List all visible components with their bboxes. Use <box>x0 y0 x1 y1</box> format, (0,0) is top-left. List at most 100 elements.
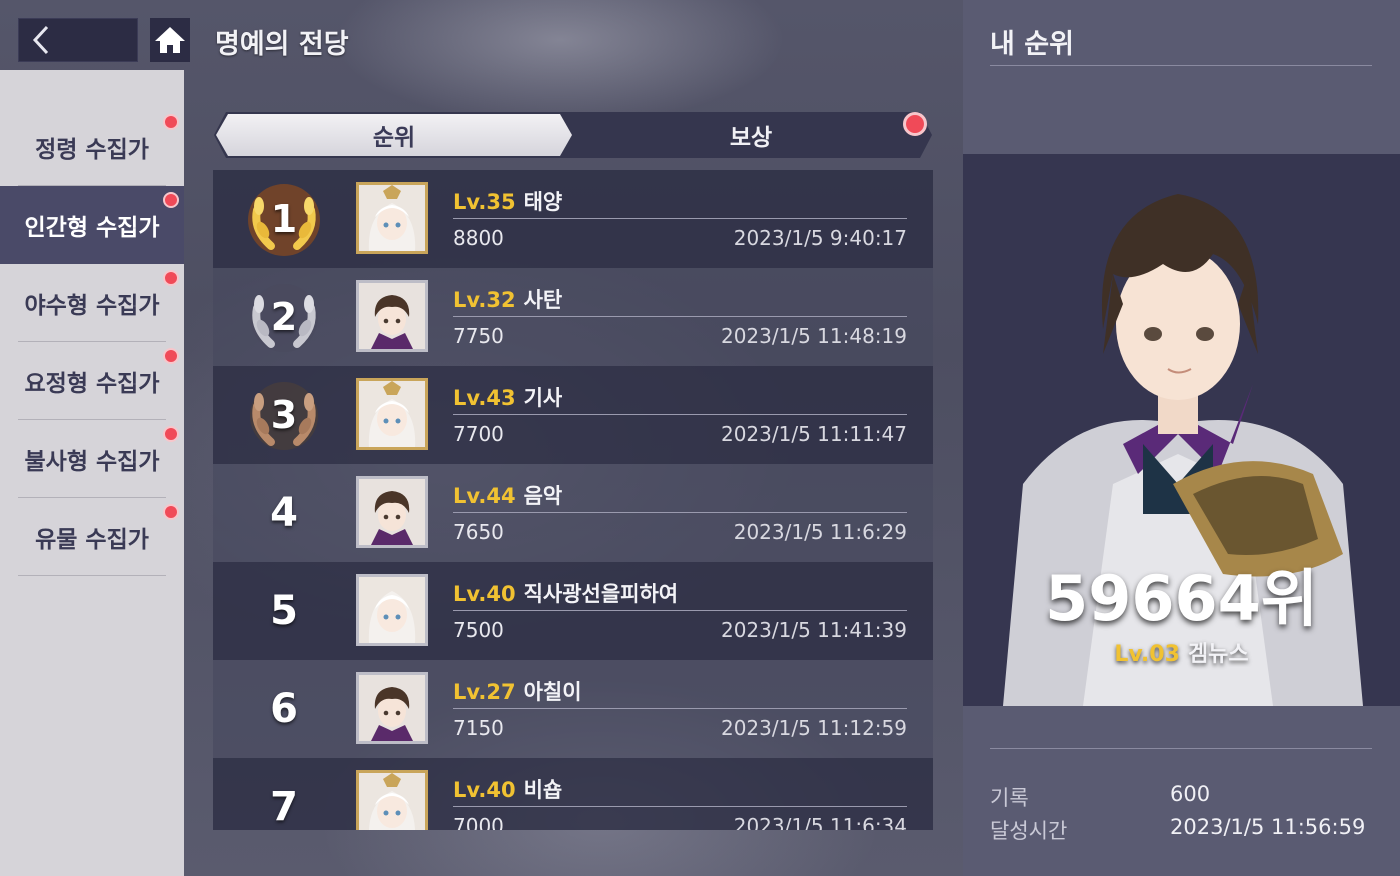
rank-number: 6 <box>270 686 298 732</box>
ranking-row[interactable]: 2 Lv.32 사탄 7750 2023/1/5 11:48:19 <box>213 268 933 366</box>
divider <box>990 748 1372 749</box>
record-date: 2023/1/5 11:6:29 <box>733 520 907 544</box>
player-score: 7650 <box>453 520 504 544</box>
tab-rank[interactable]: 순위 <box>216 114 572 156</box>
home-icon <box>155 27 185 53</box>
player-score: 7000 <box>453 814 504 830</box>
notification-badge <box>163 426 179 442</box>
player-name: 아칠이 <box>523 680 582 704</box>
player-level: Lv.44 <box>453 484 516 508</box>
my-rank-value: 59664위 <box>1045 562 1318 635</box>
bronze-medal-icon: 3 <box>243 376 325 454</box>
player-avatar <box>356 770 428 830</box>
chevron-left-icon <box>32 25 49 55</box>
tab-reward-label: 보상 <box>729 125 773 151</box>
rank-number: 5 <box>270 588 298 634</box>
player-score: 7700 <box>453 422 504 446</box>
my-level-name: Lv.03 겜뉴스 <box>963 636 1400 668</box>
player-avatar <box>356 378 428 450</box>
divider <box>453 414 907 415</box>
player-score: 8800 <box>453 226 504 250</box>
player-level: Lv.35 <box>453 190 516 214</box>
sidebar-item-relic-collector[interactable]: 유물 수집가 <box>0 498 184 576</box>
player-avatar <box>356 672 428 744</box>
player-name: 비숍 <box>523 778 563 802</box>
sidebar-item-label: 정령 수집가 <box>35 137 149 163</box>
record-date: 2023/1/5 11:41:39 <box>720 618 907 642</box>
home-button[interactable] <box>150 18 190 62</box>
divider <box>453 610 907 611</box>
sidebar-item-label: 인간형 수집가 <box>24 215 160 241</box>
player-score: 7150 <box>453 716 504 740</box>
sidebar-item-label: 야수형 수집가 <box>24 293 160 319</box>
ranking-row[interactable]: 6 Lv.27 아칠이 7150 2023/1/5 11:12:59 <box>213 660 933 758</box>
my-level: Lv.03 <box>1114 642 1180 667</box>
ranking-row[interactable]: 3 Lv.43 기사 7700 2023/1/5 11:11:47 <box>213 366 933 464</box>
player-level-name: Lv.27 아칠이 <box>453 676 582 706</box>
player-name: 직사광선을피하여 <box>523 582 679 606</box>
player-level-name: Lv.40 비숍 <box>453 774 562 804</box>
divider <box>18 575 166 576</box>
player-name: 사탄 <box>523 288 563 312</box>
record-date: 2023/1/5 11:12:59 <box>720 716 907 740</box>
divider <box>453 218 907 219</box>
silver-medal-icon: 2 <box>243 278 325 356</box>
record-value: 600 <box>1170 782 1211 806</box>
sidebar-item-label: 유물 수집가 <box>35 527 149 553</box>
record-date: 2023/1/5 11:11:47 <box>720 422 907 446</box>
rank-number: 3 <box>270 393 298 437</box>
divider <box>453 316 907 317</box>
player-level-name: Lv.44 음악 <box>453 480 562 510</box>
category-sidebar: 정령 수집가 인간형 수집가 야수형 수집가 요정형 수집가 불사형 수집가 유… <box>0 70 184 876</box>
sidebar-item-undead-collector[interactable]: 불사형 수집가 <box>0 420 184 498</box>
page-title: 명예의 전당 <box>215 29 349 60</box>
ranking-row[interactable]: 5 Lv.40 직사광선을피하여 7500 2023/1/5 11:41:39 <box>213 562 933 660</box>
player-name: 기사 <box>523 386 563 410</box>
tab-reward[interactable]: 보상 <box>572 112 930 158</box>
rank-number: 4 <box>270 490 298 536</box>
sidebar-item-beast-collector[interactable]: 야수형 수집가 <box>0 264 184 342</box>
rank-number: 1 <box>270 197 298 241</box>
sidebar-item-label: 불사형 수집가 <box>24 449 160 475</box>
player-avatar <box>356 476 428 548</box>
divider <box>453 512 907 513</box>
tab-rank-label: 순위 <box>372 125 416 151</box>
my-name: 겜뉴스 <box>1187 642 1249 667</box>
player-level-name: Lv.35 태양 <box>453 186 562 216</box>
notification-badge <box>903 112 927 136</box>
sidebar-item-label: 요정형 수집가 <box>24 371 160 397</box>
player-name: 태양 <box>523 190 563 214</box>
gold-medal-icon: 1 <box>243 180 325 258</box>
ranking-row[interactable]: 1 Lv.35 태양 8800 2023/1/5 9:40:17 <box>213 170 933 268</box>
player-level: Lv.27 <box>453 680 516 704</box>
divider <box>453 708 907 709</box>
record-date: 2023/1/5 11:6:34 <box>733 814 907 830</box>
player-avatar <box>356 280 428 352</box>
ranking-list[interactable]: 1 Lv.35 태양 8800 2023/1/5 9:40:17 2 Lv.32… <box>213 170 933 830</box>
notification-badge <box>163 114 179 130</box>
player-score: 7500 <box>453 618 504 642</box>
back-button[interactable] <box>18 18 138 62</box>
notification-badge <box>163 504 179 520</box>
sidebar-item-human-collector[interactable]: 인간형 수집가 <box>0 186 184 264</box>
player-level-name: Lv.43 기사 <box>453 382 562 412</box>
player-level: Lv.43 <box>453 386 516 410</box>
notification-badge <box>163 192 179 208</box>
player-level: Lv.40 <box>453 582 516 606</box>
rank-number: 7 <box>270 784 298 830</box>
player-name: 음악 <box>523 484 563 508</box>
divider <box>453 806 907 807</box>
player-level-name: Lv.40 직사광선을피하여 <box>453 578 678 608</box>
ranking-row[interactable]: 7 Lv.40 비숍 7000 2023/1/5 11:6:34 <box>213 758 933 830</box>
player-level-name: Lv.32 사탄 <box>453 284 562 314</box>
rank-number: 2 <box>270 295 298 339</box>
sidebar-item-fairy-collector[interactable]: 요정형 수집가 <box>0 342 184 420</box>
record-label: 기록 <box>990 786 1029 810</box>
player-level: Lv.32 <box>453 288 516 312</box>
player-score: 7750 <box>453 324 504 348</box>
player-level: Lv.40 <box>453 778 516 802</box>
ranking-row[interactable]: 4 Lv.44 음악 7650 2023/1/5 11:6:29 <box>213 464 933 562</box>
achieved-time-value: 2023/1/5 11:56:59 <box>1170 815 1366 839</box>
sidebar-item-spirit-collector[interactable]: 정령 수집가 <box>0 108 184 186</box>
my-rank-title: 내 순위 <box>990 29 1074 60</box>
